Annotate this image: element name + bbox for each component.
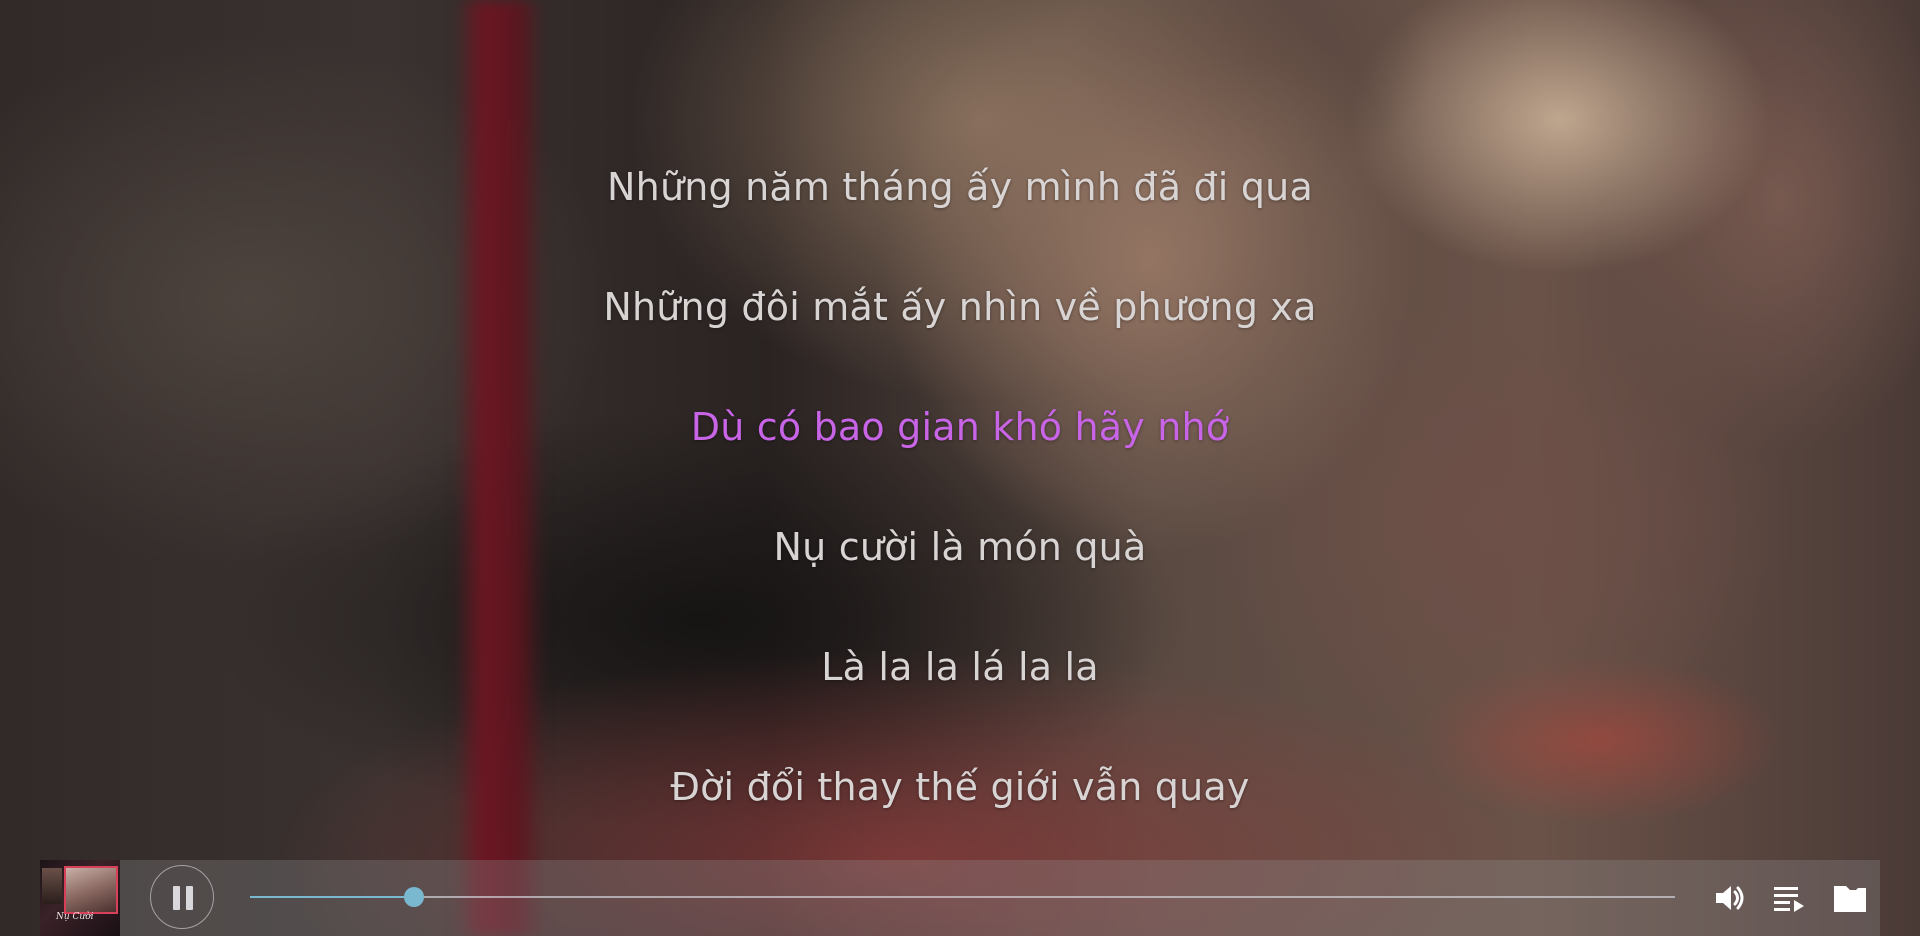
lyric-line: Nụ cười là món quà	[773, 525, 1147, 569]
pause-button[interactable]	[150, 865, 214, 929]
queue-icon	[1774, 887, 1804, 912]
player-bar: Nụ Cười	[40, 860, 1880, 936]
progress-slider[interactable]	[250, 887, 1675, 907]
progress-track	[250, 896, 1675, 898]
album-art-photo-frame	[64, 866, 118, 914]
volume-button[interactable]	[1710, 878, 1750, 918]
album-art-title: Nụ Cười	[56, 912, 94, 922]
folder-icon	[1834, 886, 1866, 912]
album-art[interactable]: Nụ Cười	[40, 860, 120, 936]
lyrics-panel: Những năm tháng ấy mình đã đi qua Những …	[0, 0, 1920, 860]
lyric-line: Đời đổi thay thế giới vẫn quay	[670, 765, 1250, 809]
lyrics-player-screen: Những năm tháng ấy mình đã đi qua Những …	[0, 0, 1920, 936]
lyric-line-active: Dù có bao gian khó hãy nhớ	[690, 405, 1230, 449]
lyric-line: Là la la lá la la	[821, 645, 1099, 689]
lyric-line: Những năm tháng ấy mình đã đi qua	[607, 165, 1313, 209]
progress-fill	[250, 896, 414, 898]
folder-button[interactable]	[1830, 878, 1870, 918]
pause-icon	[173, 886, 193, 910]
progress-handle[interactable]	[403, 887, 424, 907]
volume-icon	[1716, 886, 1744, 910]
lyric-line: Những đôi mắt ấy nhìn về phương xa	[603, 285, 1317, 329]
album-art-photo-left	[42, 868, 62, 904]
queue-button[interactable]	[1770, 878, 1810, 918]
